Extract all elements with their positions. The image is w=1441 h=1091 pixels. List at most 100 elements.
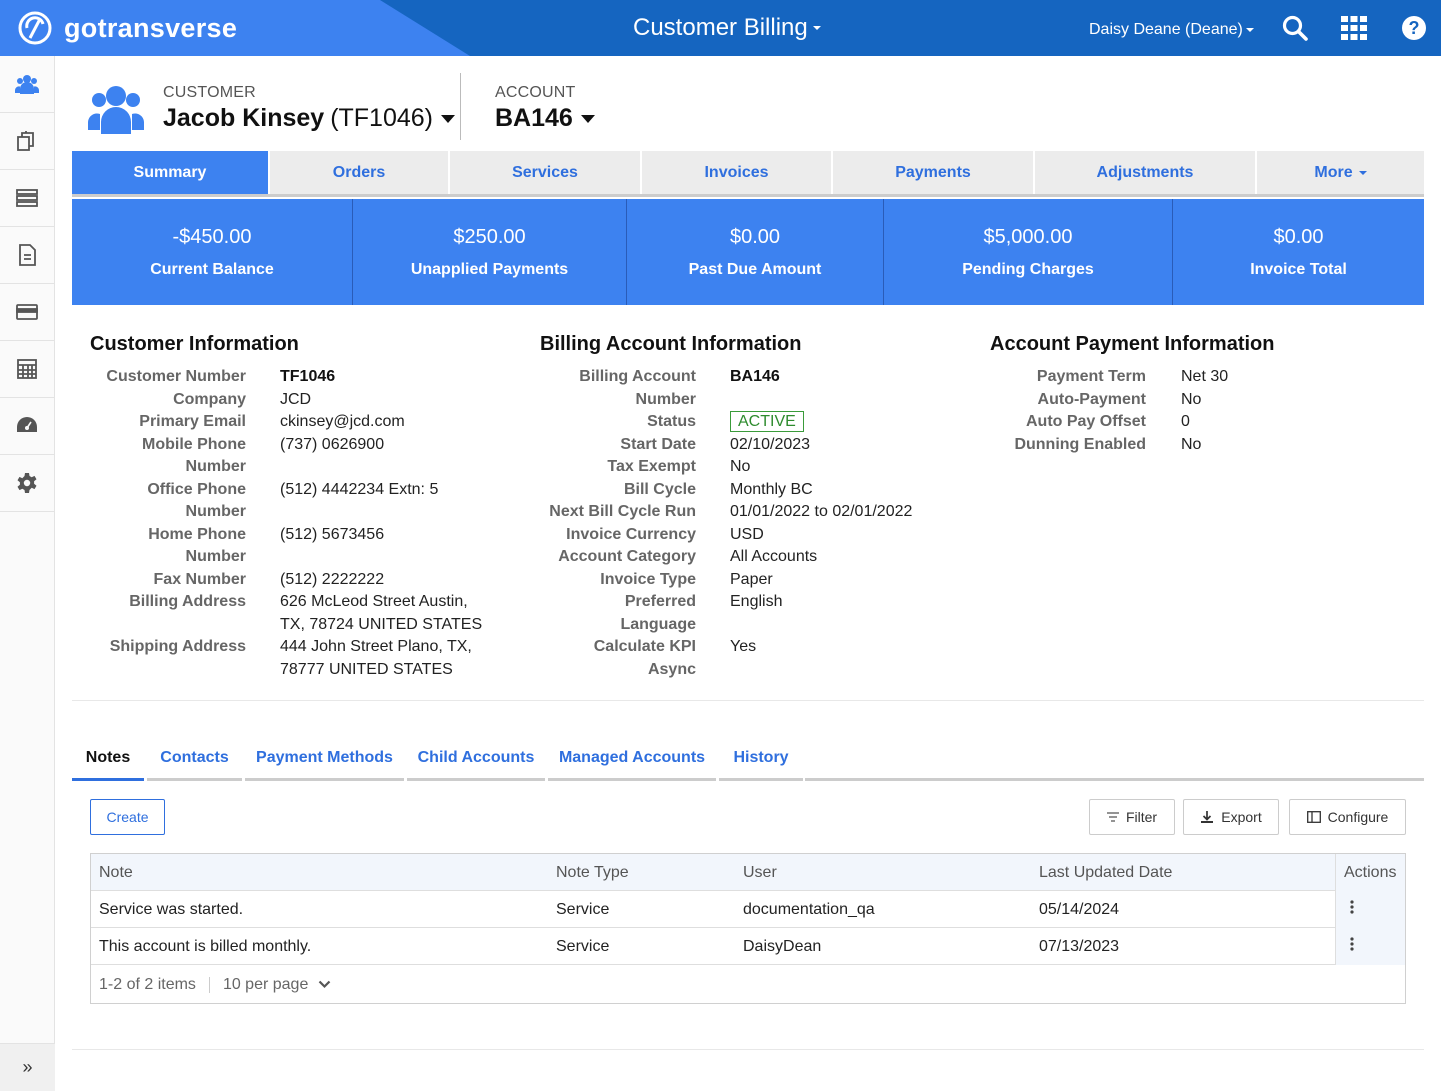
field-label: Office Phone: [147, 480, 246, 498]
customers-icon: [15, 75, 39, 94]
primary-email: ckinsey@jcd.com: [280, 413, 405, 430]
column-header: Actions: [1335, 854, 1405, 891]
tab-child-accounts[interactable]: Child Accounts: [407, 738, 545, 781]
sidebar-item-catalog[interactable]: [0, 113, 54, 170]
table-row[interactable]: This account is billed monthly. Service …: [91, 928, 1405, 965]
customer-label: CUSTOMER: [163, 84, 256, 101]
tab-contacts[interactable]: Contacts: [147, 738, 242, 781]
field-label: Number: [185, 503, 246, 520]
columns-icon: [1306, 811, 1321, 823]
card-icon: [16, 304, 38, 320]
app-title: Customer Billing: [633, 14, 808, 41]
tab-more[interactable]: More: [1257, 151, 1424, 194]
sidebar-item-payments[interactable]: [0, 284, 54, 341]
tab-services[interactable]: Services: [450, 151, 642, 194]
field-label: Mobile Phone: [142, 435, 246, 453]
caret-down-icon: [580, 114, 595, 123]
invoice-currency: USD: [730, 525, 764, 543]
note-type-cell: Service: [556, 937, 610, 955]
customer-info-title: Customer Information: [90, 333, 299, 355]
table-row[interactable]: Service was started. Service documentati…: [91, 891, 1405, 928]
field-label: Billing Account: [579, 368, 696, 385]
auto-payment: No: [1181, 390, 1202, 408]
field-label: Number: [185, 548, 246, 565]
brand-logo[interactable]: gotransverse: [0, 0, 470, 56]
user-menu[interactable]: Daisy Deane (Deane): [1089, 21, 1254, 39]
export-button[interactable]: Export: [1183, 799, 1279, 835]
payment-term: Net 30: [1181, 368, 1229, 385]
user-cell: DaisyDean: [743, 937, 822, 955]
row-actions[interactable]: [1335, 928, 1405, 965]
help-icon[interactable]: ?: [1400, 14, 1428, 42]
tab-history[interactable]: History: [719, 738, 803, 781]
kpi-value: $0.00: [1273, 225, 1324, 248]
document-icon: [19, 244, 36, 266]
customer-selector[interactable]: CUSTOMER Jacob Kinsey (TF1046): [163, 84, 455, 133]
search-icon[interactable]: [1281, 14, 1309, 42]
billing-account-number: BA146: [730, 368, 780, 385]
tab-orders[interactable]: Orders: [270, 151, 450, 194]
sidebar-item-customers[interactable]: [0, 56, 54, 113]
account-selector[interactable]: ACCOUNT BA146: [495, 84, 595, 133]
field-label: Fax Number: [153, 570, 246, 588]
preferred-language: English: [730, 593, 783, 610]
sidebar-item-documents[interactable]: [0, 227, 54, 284]
filter-button[interactable]: Filter: [1089, 799, 1175, 835]
tax-exempt: No: [730, 458, 751, 475]
tab-adjustments[interactable]: Adjustments: [1035, 151, 1257, 194]
tab-summary[interactable]: Summary: [72, 151, 270, 194]
field-label: Payment Term: [1036, 368, 1146, 385]
account-label: ACCOUNT: [495, 84, 576, 101]
download-icon: [1201, 811, 1214, 823]
create-button[interactable]: Create: [90, 799, 165, 835]
kpi-label: Past Due Amount: [688, 260, 822, 278]
settings-icon: [17, 473, 37, 493]
page-size-label: 10 per page: [222, 975, 309, 993]
field-label: Start Date: [620, 435, 696, 453]
more-vertical-icon[interactable]: [1350, 899, 1354, 914]
column-header[interactable]: User: [735, 854, 777, 891]
tab-managed-accounts[interactable]: Managed Accounts: [548, 738, 716, 781]
account-id: BA146: [495, 104, 573, 132]
column-header[interactable]: Last Updated Date: [1031, 854, 1172, 891]
tab-notes[interactable]: Notes: [72, 738, 144, 781]
tab-payment-methods[interactable]: Payment Methods: [245, 738, 404, 781]
start-date: 02/10/2023: [730, 435, 811, 453]
customer-group-icon: [88, 86, 144, 134]
filter-icon: [1106, 812, 1119, 822]
tab-invoices[interactable]: Invoices: [642, 151, 833, 194]
field-label: Status: [647, 413, 696, 430]
kpi-summary: -$450.00 Current Balance $250.00 Unappli…: [72, 199, 1424, 305]
configure-button[interactable]: Configure: [1289, 799, 1406, 835]
dunning-enabled: No: [1181, 435, 1202, 453]
sidebar-item-list[interactable]: [0, 170, 54, 227]
list-icon: [16, 189, 38, 207]
field-label: Customer Number: [106, 368, 246, 385]
column-header[interactable]: Note Type: [548, 854, 629, 891]
column-header[interactable]: Note: [91, 854, 133, 891]
app-switcher[interactable]: Customer Billing: [633, 14, 821, 42]
field-label: Account Category: [558, 548, 696, 565]
next-bill-cycle-run: 01/01/2022 to 02/01/2022: [730, 503, 913, 520]
tab-payments[interactable]: Payments: [833, 151, 1035, 194]
page-size-select[interactable]: 10 per page: [223, 976, 331, 994]
field-label: Number: [635, 390, 696, 408]
caret-down-icon: [812, 26, 821, 30]
customer-name: Jacob Kinsey: [163, 104, 325, 132]
field-label: Bill Cycle: [623, 480, 696, 498]
row-actions[interactable]: [1335, 891, 1405, 928]
company: JCD: [280, 390, 312, 408]
kpi-label: Current Balance: [150, 260, 274, 278]
field-label: Async: [647, 660, 696, 678]
kpi-value: $0.00: [729, 225, 781, 248]
apps-grid-icon[interactable]: [1340, 14, 1368, 42]
field-label: Auto-Payment: [1037, 390, 1146, 408]
field-label: Next Bill Cycle Run: [549, 503, 696, 520]
svg-text:?: ?: [1409, 18, 1420, 38]
sidebar-expand-button[interactable]: »: [0, 1043, 55, 1091]
field-label: Shipping Address: [109, 638, 246, 655]
more-vertical-icon[interactable]: [1350, 936, 1354, 951]
kpi-value: $250.00: [453, 225, 526, 248]
kpi-invoice-total: $0.00 Invoice Total: [1173, 199, 1424, 305]
detail-tabs: Notes Contacts Payment Methods Child Acc…: [72, 738, 1424, 781]
